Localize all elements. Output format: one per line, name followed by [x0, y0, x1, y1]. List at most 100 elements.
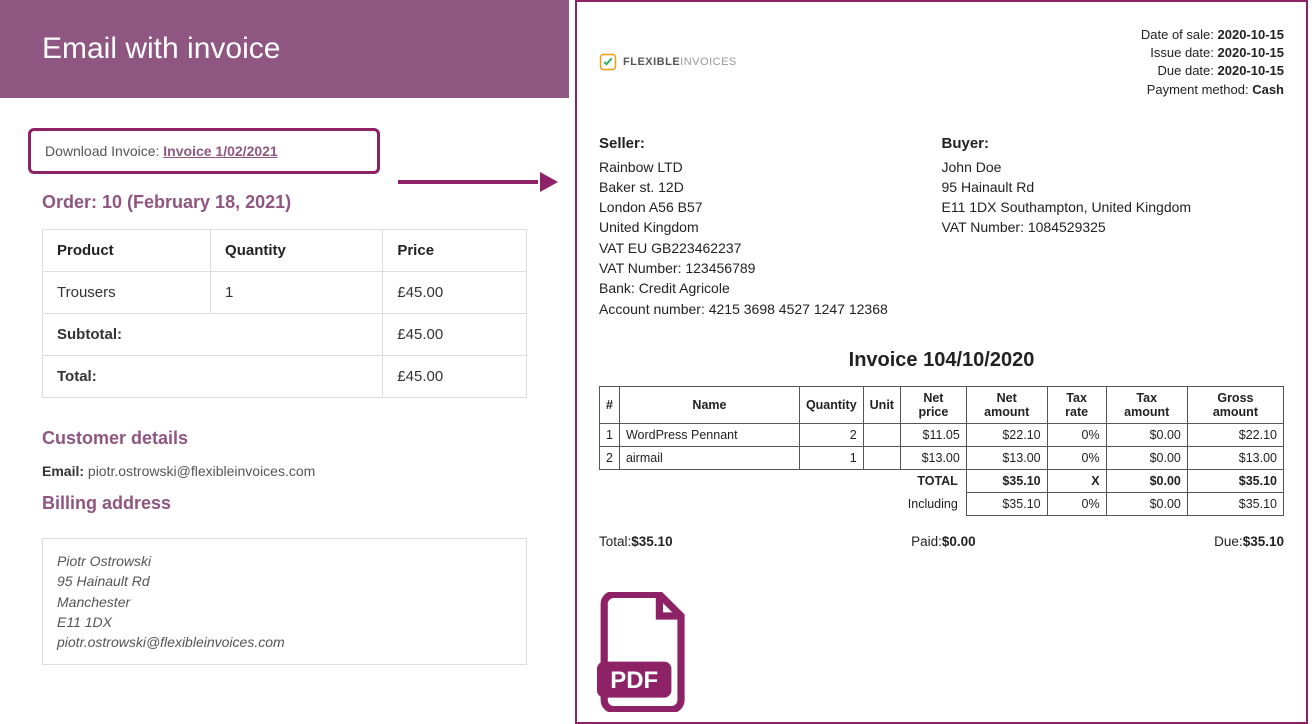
total-tax: $0.00 — [1106, 469, 1187, 492]
download-prefix: Download Invoice: — [45, 143, 163, 159]
item-tax: $0.00 — [1106, 423, 1187, 446]
table-header-row: Product Quantity Price — [43, 230, 527, 272]
subtotal-value: £45.00 — [383, 314, 527, 356]
item-netp: $11.05 — [900, 423, 966, 446]
col-tax-rate: Tax rate — [1047, 386, 1106, 423]
item-name: airmail — [619, 446, 799, 469]
item-netp: $13.00 — [900, 446, 966, 469]
arrow-icon — [398, 172, 558, 192]
total-gross: $35.10 — [1187, 469, 1283, 492]
pdf-icon: PDF — [595, 592, 695, 712]
col-price: Price — [383, 230, 527, 272]
item-tax: $0.00 — [1106, 446, 1187, 469]
order-table: Product Quantity Price Trousers 1 £45.00… — [42, 229, 527, 398]
cell-price: £45.00 — [383, 272, 527, 314]
col-qty: Quantity — [799, 386, 863, 423]
table-subtotal-row: Subtotal: £45.00 — [43, 314, 527, 356]
col-num: # — [600, 386, 620, 423]
invoice-meta: Date of sale: 2020-10-15 Issue date: 202… — [1141, 26, 1284, 99]
email-header-title: Email with invoice — [42, 32, 280, 65]
inc-gross: $35.10 — [1187, 492, 1283, 515]
total-label: Total: — [43, 356, 383, 398]
billing-email: piotr.ostrowski@flexibleinvoices.com — [57, 632, 512, 652]
payment-method: Cash — [1252, 82, 1284, 97]
customer-email-value: piotr.ostrowski@flexibleinvoices.com — [88, 463, 315, 479]
billing-postcode: E11 1DX — [57, 612, 512, 632]
email-panel: Email with invoice Download Invoice: Inv… — [0, 0, 569, 724]
table-total-row: Total: £45.00 — [43, 356, 527, 398]
total-value: £45.00 — [383, 356, 527, 398]
subtotal-label: Subtotal: — [43, 314, 383, 356]
item-gross: $22.10 — [1187, 423, 1283, 446]
buyer-block: Buyer: John Doe 95 Hainault Rd E11 1DX S… — [942, 133, 1285, 319]
col-net-amount: Net amount — [966, 386, 1047, 423]
download-invoice-box: Download Invoice: Invoice 1/02/2021 — [28, 128, 380, 174]
billing-heading: Billing address — [42, 493, 527, 514]
seller-country: United Kingdom — [599, 217, 942, 237]
item-gross: $13.00 — [1187, 446, 1283, 469]
item-neta: $13.00 — [966, 446, 1047, 469]
inc-tax: $0.00 — [1106, 492, 1187, 515]
download-invoice-link[interactable]: Invoice 1/02/2021 — [163, 143, 277, 159]
issue-date: 2020-10-15 — [1218, 45, 1285, 60]
item-name: WordPress Pennant — [619, 423, 799, 446]
email-header: Email with invoice — [0, 0, 569, 98]
sum-paid: $0.00 — [942, 534, 976, 549]
col-quantity: Quantity — [211, 230, 383, 272]
logo-text: FLEXIBLEINVOICES — [623, 56, 737, 68]
invoice-panel: FLEXIBLEINVOICES Date of sale: 2020-10-1… — [575, 0, 1308, 724]
invoice-summary: Total:$35.10 Paid:$0.00 Due:$35.10 — [599, 534, 1284, 549]
order-title: Order: 10 (February 18, 2021) — [42, 192, 527, 213]
item-qty: 1 — [799, 446, 863, 469]
item-rate: 0% — [1047, 446, 1106, 469]
including-label: Including — [600, 492, 967, 515]
item-neta: $22.10 — [966, 423, 1047, 446]
date-of-sale-label: Date of sale: — [1141, 27, 1214, 42]
billing-name: Piotr Ostrowski — [57, 551, 512, 571]
sum-total-label: Total: — [599, 534, 631, 549]
sum-due-label: Due: — [1214, 534, 1243, 549]
table-including-row: Including $35.10 0% $0.00 $35.10 — [600, 492, 1284, 515]
due-date: 2020-10-15 — [1218, 63, 1285, 78]
col-name: Name — [619, 386, 799, 423]
seller-block: Seller: Rainbow LTD Baker st. 12D London… — [599, 133, 942, 319]
issue-date-label: Issue date: — [1150, 45, 1214, 60]
billing-city: Manchester — [57, 592, 512, 612]
total-net: $35.10 — [966, 469, 1047, 492]
col-product: Product — [43, 230, 211, 272]
buyer-name: John Doe — [942, 157, 1285, 177]
item-unit — [863, 423, 900, 446]
sum-total: $35.10 — [631, 534, 672, 549]
invoice-items-table: # Name Quantity Unit Net price Net amoun… — [599, 386, 1284, 516]
invoice-title: Invoice 104/10/2020 — [599, 349, 1284, 372]
sum-paid-label: Paid: — [911, 534, 942, 549]
sum-due: $35.10 — [1243, 534, 1284, 549]
buyer-street: 95 Hainault Rd — [942, 177, 1285, 197]
seller-vat-eu: VAT EU GB223462237 — [599, 238, 942, 258]
total-label: TOTAL — [600, 469, 967, 492]
item-qty: 2 — [799, 423, 863, 446]
total-rate: X — [1047, 469, 1106, 492]
logo-icon — [599, 53, 617, 71]
item-rate: 0% — [1047, 423, 1106, 446]
billing-street: 95 Hainault Rd — [57, 571, 512, 591]
table-total-row: TOTAL $35.10 X $0.00 $35.10 — [600, 469, 1284, 492]
item-n: 2 — [600, 446, 620, 469]
buyer-heading: Buyer: — [942, 133, 1285, 155]
buyer-vat: VAT Number: 1084529325 — [942, 217, 1285, 237]
cell-product: Trousers — [43, 272, 211, 314]
payment-method-label: Payment method: — [1147, 82, 1249, 97]
col-unit: Unit — [863, 386, 900, 423]
item-n: 1 — [600, 423, 620, 446]
seller-vat: VAT Number: 123456789 — [599, 258, 942, 278]
customer-details-heading: Customer details — [42, 428, 527, 449]
customer-details: Customer details Email: piotr.ostrowski@… — [42, 428, 527, 528]
item-unit — [863, 446, 900, 469]
table-row: 2 airmail 1 $13.00 $13.00 0% $0.00 $13.0… — [600, 446, 1284, 469]
table-row: Trousers 1 £45.00 — [43, 272, 527, 314]
seller-heading: Seller: — [599, 133, 942, 155]
seller-street: Baker st. 12D — [599, 177, 942, 197]
due-date-label: Due date: — [1158, 63, 1214, 78]
inc-net: $35.10 — [966, 492, 1047, 515]
seller-account: Account number: 4215 3698 4527 1247 1236… — [599, 299, 942, 319]
